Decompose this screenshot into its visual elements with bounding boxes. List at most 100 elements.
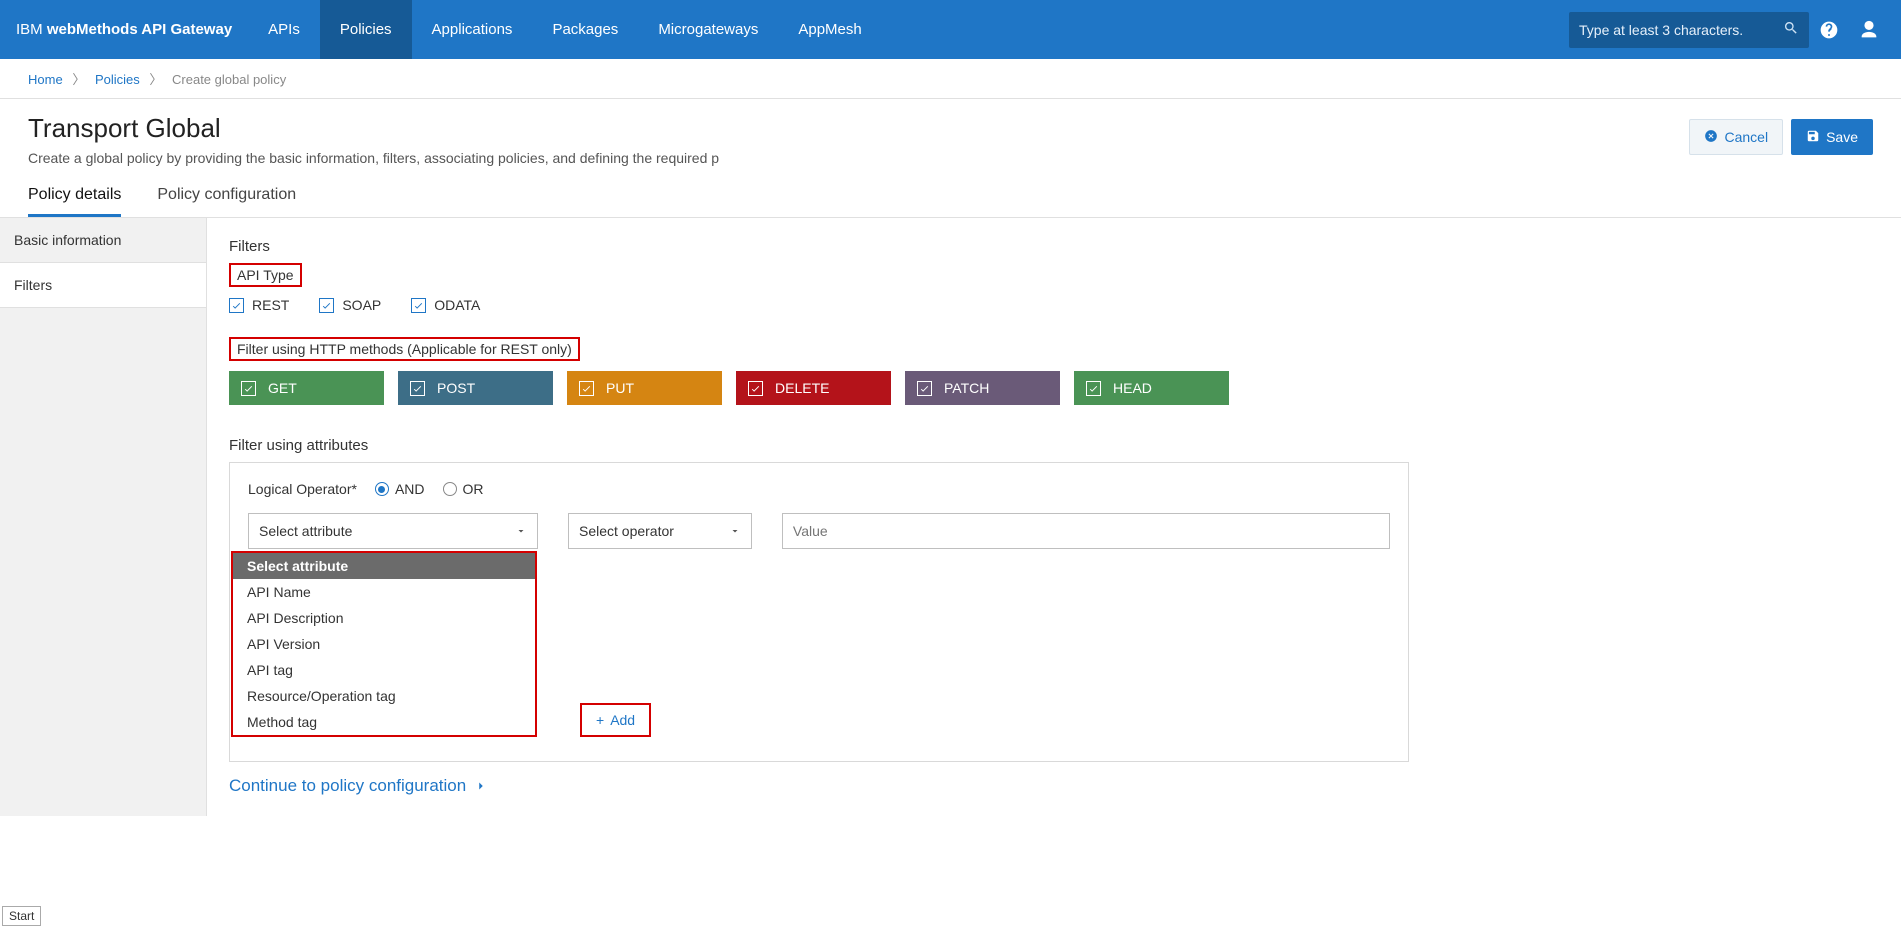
cancel-button[interactable]: Cancel [1689,119,1783,155]
http-put[interactable]: PUT [567,371,722,405]
check-icon [241,381,256,396]
checkbox-odata[interactable]: ODATA [411,297,480,313]
crumb-policies[interactable]: Policies [95,72,140,87]
checkbox-label: ODATA [434,297,480,313]
dropdown-option[interactable]: Resource/Operation tag [233,683,535,709]
breadcrumb: Home 〉 Policies 〉 Create global policy [0,59,1901,99]
crumb-current: Create global policy [172,72,286,87]
attribute-dropdown: Select attribute API Name API Descriptio… [231,551,537,737]
save-label: Save [1826,129,1858,145]
select-value: Select attribute [259,523,352,539]
http-head[interactable]: HEAD [1074,371,1229,405]
radio-or[interactable]: OR [443,481,484,497]
main-panel: Filters API Type REST SOAP ODATA Filter … [207,218,1901,816]
crumb-sep-icon: 〉 [149,72,162,87]
logical-operator-row: Logical Operator* AND OR [248,481,1390,497]
chevron-right-icon [474,779,488,793]
nav-microgateways[interactable]: Microgateways [638,0,778,59]
top-navbar: IBM webMethods API Gateway APIs Policies… [0,0,1901,59]
start-chip[interactable]: Start [2,906,41,926]
check-icon [579,381,594,396]
continue-label: Continue to policy configuration [229,776,466,796]
nav-appmesh[interactable]: AppMesh [778,0,881,59]
crumb-sep-icon: 〉 [72,72,85,87]
api-type-row: REST SOAP ODATA [229,297,1879,313]
crumb-home[interactable]: Home [28,72,63,87]
select-attribute[interactable]: Select attribute [248,513,538,549]
check-icon [410,381,425,396]
filter-attributes-heading: Filter using attributes [229,437,1879,454]
nav-policies[interactable]: Policies [320,0,412,59]
primary-nav: APIs Policies Applications Packages Micr… [248,0,882,59]
content-area: Basic information Filters Filters API Ty… [0,218,1901,816]
tab-policy-details[interactable]: Policy details [28,186,121,217]
radio-label: AND [395,481,425,497]
page-title: Transport Global [28,113,1689,144]
search-input[interactable] [1579,22,1777,38]
brand-prefix: IBM [16,21,47,38]
filters-heading: Filters [229,238,1879,255]
http-get[interactable]: GET [229,371,384,405]
http-label: PATCH [944,380,989,396]
http-label: PUT [606,380,634,396]
check-icon [748,381,763,396]
http-label: DELETE [775,380,829,396]
help-icon[interactable] [1809,20,1849,40]
value-input[interactable] [782,513,1390,549]
dropdown-option[interactable]: API Description [233,605,535,631]
chevron-down-icon [515,525,527,537]
attribute-filter-card: Logical Operator* AND OR Select attribut… [229,462,1409,762]
checkbox-soap[interactable]: SOAP [319,297,381,313]
check-icon [229,298,244,313]
search-icon [1783,20,1799,39]
cancel-label: Cancel [1724,129,1768,145]
http-delete[interactable]: DELETE [736,371,891,405]
user-icon[interactable] [1849,19,1889,41]
select-operator[interactable]: Select operator [568,513,752,549]
radio-icon [443,482,457,496]
attribute-condition-row: Select attribute Select operator [248,513,1390,549]
global-search[interactable] [1569,12,1809,48]
http-label: GET [268,380,297,396]
product-logo: IBM webMethods API Gateway [12,21,248,38]
api-type-label: API Type [229,263,302,287]
plus-icon: + [596,712,604,728]
http-post[interactable]: POST [398,371,553,405]
nav-applications[interactable]: Applications [412,0,533,59]
checkbox-label: REST [252,297,289,313]
cancel-icon [1704,129,1718,146]
detail-tabs: Policy details Policy configuration [0,166,1901,218]
http-method-row: GET POST PUT DELETE PATCH HEAD [229,371,1879,405]
logical-operator-label: Logical Operator* [248,481,357,497]
side-nav: Basic information Filters [0,218,207,816]
chevron-down-icon [729,525,741,537]
check-icon [1086,381,1101,396]
nav-packages[interactable]: Packages [532,0,638,59]
page-header: Transport Global Create a global policy … [0,99,1901,166]
save-button[interactable]: Save [1791,119,1873,155]
check-icon [411,298,426,313]
http-patch[interactable]: PATCH [905,371,1060,405]
radio-label: OR [463,481,484,497]
page-description: Create a global policy by providing the … [28,150,748,166]
dropdown-option[interactable]: API tag [233,657,535,683]
dropdown-option[interactable]: Method tag [233,709,535,735]
nav-apis[interactable]: APIs [248,0,320,59]
http-label: POST [437,380,475,396]
dropdown-option[interactable]: API Name [233,579,535,605]
tab-policy-configuration[interactable]: Policy configuration [157,186,296,217]
dropdown-option[interactable]: Select attribute [233,553,535,579]
check-icon [917,381,932,396]
http-label: HEAD [1113,380,1152,396]
add-button[interactable]: + Add [580,703,651,737]
checkbox-rest[interactable]: REST [229,297,289,313]
radio-and[interactable]: AND [375,481,425,497]
check-icon [319,298,334,313]
checkbox-label: SOAP [342,297,381,313]
radio-icon [375,482,389,496]
add-label: Add [610,712,635,728]
continue-link[interactable]: Continue to policy configuration [229,776,488,796]
dropdown-option[interactable]: API Version [233,631,535,657]
side-basic-information[interactable]: Basic information [0,218,206,262]
side-filters[interactable]: Filters [0,262,206,308]
